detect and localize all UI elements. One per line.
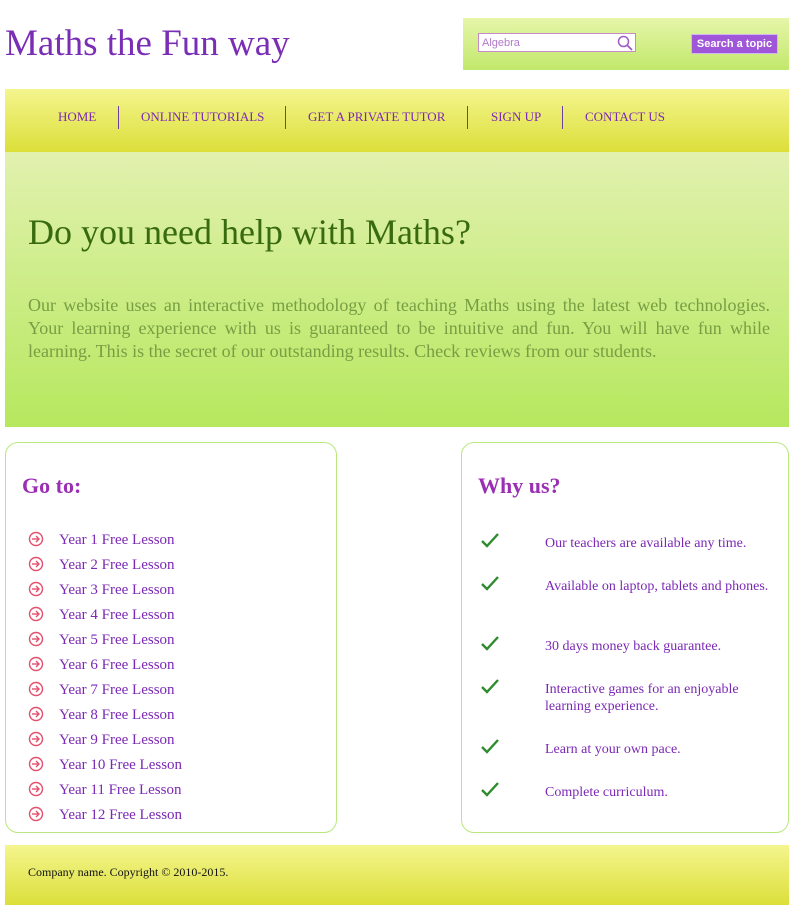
arrow-circle-icon — [28, 681, 44, 697]
search-topic-button[interactable]: Search a topic — [691, 34, 778, 54]
feature-text: Learn at your own pace. — [545, 742, 681, 757]
checkmark-icon — [481, 533, 499, 548]
lesson-label[interactable]: Year 6 Free Lesson — [59, 657, 175, 674]
hero-banner: Do you need help with Maths? Our website… — [5, 152, 789, 427]
nav-online-tutorials[interactable]: ONLINE TUTORIALS — [141, 109, 264, 125]
goto-heading: Go to: — [22, 473, 82, 498]
nav-contact-us[interactable]: CONTACT US — [585, 109, 665, 125]
copyright-text: Company name. Copyright © 2010-2015. — [28, 865, 229, 879]
why-panel: Why us? Our teachers are available any t… — [461, 442, 789, 833]
footer: Company name. Copyright © 2010-2015. — [5, 845, 789, 905]
search-icon[interactable] — [617, 35, 633, 51]
checkmark-icon — [481, 679, 499, 694]
why-heading: Why us? — [478, 473, 561, 498]
checkmark-icon — [481, 739, 499, 754]
nav-private-tutor[interactable]: GET A PRIVATE TUTOR — [308, 109, 445, 125]
hero-text: Our website uses an interactive methodol… — [28, 295, 770, 361]
feature-text: Interactive games for an enjoyable learn… — [545, 682, 739, 714]
site-title: Maths the Fun way — [5, 23, 290, 64]
nav-divider — [285, 106, 286, 129]
arrow-circle-icon — [28, 656, 44, 672]
lesson-label[interactable]: Year 2 Free Lesson — [59, 557, 175, 574]
feature-text: Available on laptop, tablets and phones. — [545, 579, 769, 594]
arrow-circle-icon — [28, 706, 44, 722]
arrow-circle-icon — [28, 631, 44, 647]
arrow-circle-icon — [28, 531, 44, 547]
search-input[interactable] — [482, 34, 612, 51]
arrow-circle-icon — [28, 556, 44, 572]
nav-divider — [118, 106, 119, 129]
search-box: Search a topic — [463, 18, 789, 70]
main-nav: HOME ONLINE TUTORIALS GET A PRIVATE TUTO… — [5, 89, 789, 152]
lesson-label[interactable]: Year 1 Free Lesson — [59, 532, 175, 549]
feature-text: 30 days money back guarantee. — [545, 639, 722, 654]
arrow-circle-icon — [28, 781, 44, 797]
arrow-circle-icon — [28, 606, 44, 622]
search-field — [478, 33, 636, 52]
feature-text: Our teachers are available any time. — [545, 536, 747, 551]
checkmark-icon — [481, 636, 499, 651]
nav-home[interactable]: HOME — [58, 109, 96, 125]
lesson-label[interactable]: Year 4 Free Lesson — [59, 607, 175, 624]
checkmark-icon — [481, 782, 499, 797]
arrow-circle-icon — [28, 756, 44, 772]
lesson-label[interactable]: Year 3 Free Lesson — [59, 582, 175, 599]
lesson-label[interactable]: Year 9 Free Lesson — [59, 732, 175, 749]
hero-heading: Do you need help with Maths? — [28, 212, 471, 252]
nav-sign-up[interactable]: SIGN UP — [491, 109, 541, 125]
arrow-circle-icon — [28, 731, 44, 747]
lesson-label[interactable]: Year 8 Free Lesson — [59, 707, 175, 724]
arrow-circle-icon — [28, 581, 44, 597]
lesson-label[interactable]: Year 5 Free Lesson — [59, 632, 175, 649]
nav-divider — [467, 106, 468, 129]
arrow-circle-icon — [28, 806, 44, 822]
lesson-label[interactable]: Year 12 Free Lesson — [59, 807, 182, 824]
lesson-label[interactable]: Year 7 Free Lesson — [59, 682, 175, 699]
goto-panel: Go to: Year 1 Free Lesson Year 2 Free Les… — [5, 442, 337, 833]
feature-text: Complete curriculum. — [545, 785, 668, 800]
checkmark-icon — [481, 576, 499, 591]
lesson-label[interactable]: Year 11 Free Lesson — [59, 782, 181, 799]
nav-divider — [562, 106, 563, 129]
lesson-label[interactable]: Year 10 Free Lesson — [59, 757, 182, 774]
